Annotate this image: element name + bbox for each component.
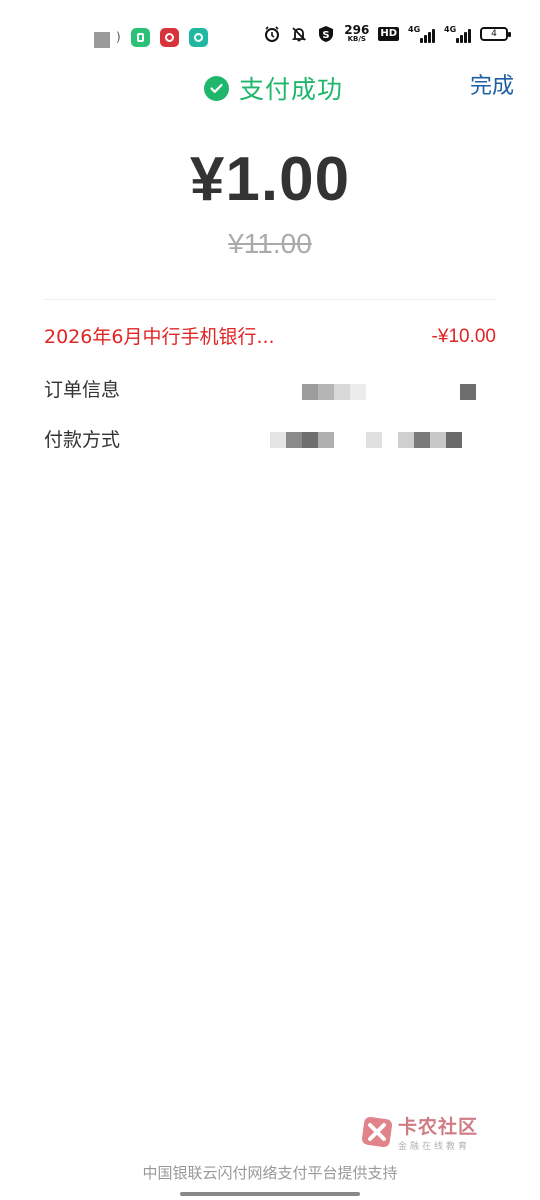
check-circle-icon <box>204 75 229 101</box>
bank-app-icon <box>159 27 179 47</box>
blurred-notification-icon <box>94 32 110 48</box>
payment-method-label: 付款方式 <box>44 429 121 451</box>
discount-row: 2026年6月中行手机银行... -¥10.00 <box>44 322 496 352</box>
original-amount: ¥11.00 <box>228 228 312 259</box>
order-info-label: 订单信息 <box>44 379 121 401</box>
svg-text:S: S <box>323 30 330 41</box>
discount-value: -¥10.00 <box>431 326 496 347</box>
shield-icon: S <box>317 25 335 43</box>
success-text: 支付成功 <box>239 75 344 104</box>
watermark-subtitle: 金融在线教育 <box>398 1142 471 1152</box>
notification-glyph: ) <box>116 30 121 44</box>
paid-amount: ¥1.00 <box>189 145 351 214</box>
home-indicator[interactable] <box>180 1192 360 1196</box>
footer-text: 中国银联云闪付网络支付平台提供支持 <box>142 1164 398 1182</box>
discount-label: 2026年6月中行手机银行... <box>44 326 275 348</box>
mute-bell-icon <box>290 25 308 43</box>
watermark: 卡农社区 金融在线教育 <box>360 1112 478 1152</box>
chat-app-icon <box>188 27 208 47</box>
done-button[interactable]: 完成 <box>470 68 514 100</box>
payment-method-row[interactable]: 付款方式 <box>44 425 496 455</box>
header: 支付成功 完成 <box>0 62 540 108</box>
battery-level: 4 <box>491 28 497 39</box>
payment-success-title: 支付成功 <box>204 70 343 106</box>
watermark-logo-icon <box>361 1116 393 1148</box>
status-bar-right: S 296 KB/S HD 4G 4G 4 <box>263 24 511 43</box>
battery-icon: 4 <box>480 26 511 41</box>
order-info-row[interactable]: 订单信息 <box>44 375 496 405</box>
network-speed: 296 KB/S <box>344 24 369 43</box>
status-bar: ) S 296 KB/S HD 4G 4G 4 <box>0 0 540 70</box>
signal-2-icon: 4G <box>444 25 471 43</box>
signal-2-label: 4G <box>444 24 457 34</box>
signal-1-icon: 4G <box>408 25 435 43</box>
divider <box>44 299 496 300</box>
hd-badge: HD <box>378 26 399 41</box>
network-speed-unit: KB/S <box>347 35 366 43</box>
signal-1-label: 4G <box>408 24 421 34</box>
status-bar-left: ) <box>94 26 208 48</box>
alarm-icon <box>263 25 281 43</box>
battery-app-icon <box>130 27 150 47</box>
watermark-title: 卡农社区 <box>398 1116 479 1138</box>
